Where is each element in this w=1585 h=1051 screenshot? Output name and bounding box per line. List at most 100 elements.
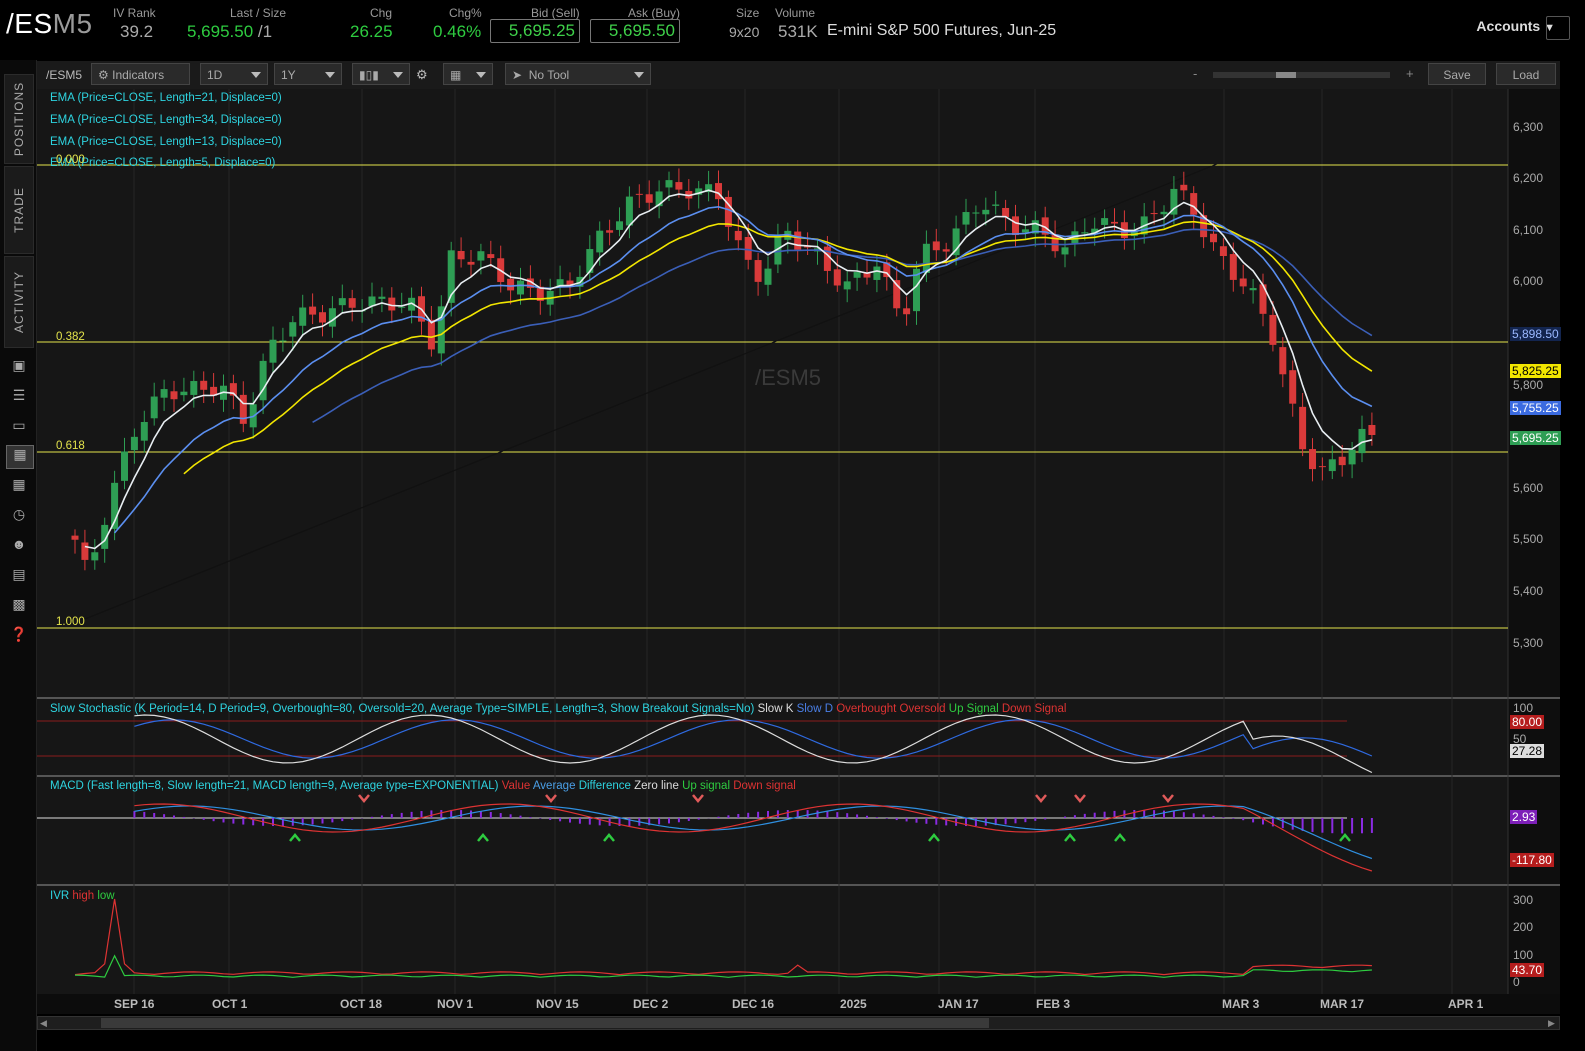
ivr-tick-200: 200 [1513,920,1534,934]
candle-body [1012,216,1019,236]
ask-button[interactable]: 5,695.50 [590,19,680,43]
tab-positions[interactable]: POSITIONS [4,74,34,164]
symbol[interactable]: /ESM5 [6,8,93,40]
ivr-tick-300: 300 [1513,893,1534,907]
list-icon[interactable]: ☰ [10,387,28,403]
study-label-ema13[interactable]: EMA (Price=CLOSE, Length=13, Displace=0) [50,136,282,148]
bid-button[interactable]: 5,695.25 [490,19,580,43]
date-tick: FEB 3 [1036,997,1071,1011]
candle-body [170,391,178,400]
tab-trade[interactable]: TRADE [4,166,34,254]
candle-body [239,394,247,424]
candle-body [942,249,950,252]
candle-body [1338,456,1346,466]
candle-body [734,230,742,241]
last-value: 5,695.50 /1 [187,22,273,41]
chart-style-dropdown[interactable]: ▮▯▮ [352,63,410,85]
scroll-left-icon[interactable]: ◀ [40,1018,47,1029]
candle-body [1368,424,1376,436]
candle-body [982,209,990,215]
candle-body [962,212,970,225]
candle-body [477,251,485,261]
price-tick: 5,800 [1513,378,1544,392]
chart-canvas[interactable] [37,89,1560,999]
zoom-slider[interactable] [1213,72,1390,78]
accounts-dropdown[interactable]: Accounts ▼ [1476,18,1555,34]
tool-dropdown[interactable]: ➤ No Tool [505,63,651,85]
up-signal-arrow [289,833,301,842]
save-button[interactable]: Save [1428,63,1486,85]
candle-body [1299,406,1307,450]
indicators-button[interactable]: ⚙ Indicators [91,63,190,85]
ivr-tick-0: 0 [1513,975,1520,989]
calendar-icon[interactable]: ▤ [10,566,28,582]
account-selector-box[interactable] [1546,16,1570,40]
range-dropdown[interactable]: 1Y [274,63,342,85]
zoom-out-button[interactable]: - [1193,66,1197,81]
date-tick: APR 1 [1448,997,1484,1011]
people-icon[interactable]: ☻ [10,536,28,552]
candle-body [1210,233,1217,243]
candle-body [1061,247,1069,255]
gauge-icon[interactable]: ◷ [10,506,28,522]
stochastic-legend[interactable]: Slow Stochastic (K Period=14, D Period=9… [50,703,1066,715]
candle-body [121,451,128,481]
help-icon[interactable]: ❓ [10,626,28,642]
candle-body [1190,193,1198,215]
macd-legend[interactable]: MACD (Fast length=8, Slow length=21, MAC… [50,780,796,792]
ivr-legend[interactable]: IVR high low [50,890,115,902]
candle-body [200,380,208,390]
candle-body [1160,211,1168,215]
zoom-in-button[interactable]: + [1406,66,1414,81]
price-tick: 5,600 [1513,481,1544,495]
scrollbar-thumb[interactable] [101,1018,989,1028]
candle-body [616,221,623,230]
price-tick: 6,300 [1513,120,1544,134]
price-tick: 6,100 [1513,223,1544,237]
tv-icon[interactable]: ▭ [10,417,28,433]
settings-gear-icon[interactable]: ⚙ [416,67,428,83]
candle-body [744,237,752,260]
candle-body [71,535,79,540]
chart-icon[interactable]: ▦ [6,445,34,469]
candle-body [1150,213,1158,215]
candle-body [467,261,475,265]
chart-area[interactable]: /ESM5 EMA (Price=CLOSE, Length=21, Displ… [37,89,1561,999]
candle-body [348,298,356,308]
up-signal-arrow [1114,833,1126,842]
iv-rank-label: IV Rank [113,6,156,20]
beaker-icon: ⚙ [98,68,109,82]
grid-icon[interactable]: ▦ [10,476,28,492]
candle-body [338,298,346,306]
fib-label-618: 0.618 [56,440,85,452]
up-signal-arrow [477,833,489,842]
news-icon[interactable]: ▩ [10,596,28,612]
tab-activity[interactable]: ACTIVITY [4,256,34,348]
date-tick: 2025 [840,997,867,1011]
drawing-dropdown[interactable]: ▦ [443,63,493,85]
up-signal-arrow [928,833,940,842]
fib-label-0: 0.000 [56,154,85,166]
candle-body [645,194,653,203]
monitor-icon[interactable]: ▣ [10,357,28,373]
ask-label: Ask (Buy) [628,6,681,20]
scroll-right-icon[interactable]: ▶ [1548,1018,1555,1029]
macd-average-line [134,805,1373,860]
candle-body [1229,254,1237,280]
iv-rank-value: 39.2 [120,22,154,41]
macd-diff-badge: 2.93 [1510,810,1538,824]
ema34-badge: 5,898.50 [1510,327,1561,341]
aggregation-dropdown[interactable]: 1D [200,63,268,85]
candle-body [794,231,802,250]
chgpct-value: 0.46% [433,22,482,41]
zoom-slider-thumb[interactable] [1276,72,1296,78]
ivr-badge: 43.70 [1510,963,1545,977]
candle-body [596,230,604,253]
load-button[interactable]: Load [1496,63,1556,85]
study-label-ema21[interactable]: EMA (Price=CLOSE, Length=21, Displace=0) [50,92,282,104]
study-label-ema34[interactable]: EMA (Price=CLOSE, Length=34, Displace=0) [50,114,282,126]
date-tick: MAR 17 [1320,997,1365,1011]
chart-watermark: /ESM5 [755,365,822,390]
horizontal-scrollbar[interactable]: ◀ ▶ [37,1016,1560,1030]
candle-body [457,251,465,260]
